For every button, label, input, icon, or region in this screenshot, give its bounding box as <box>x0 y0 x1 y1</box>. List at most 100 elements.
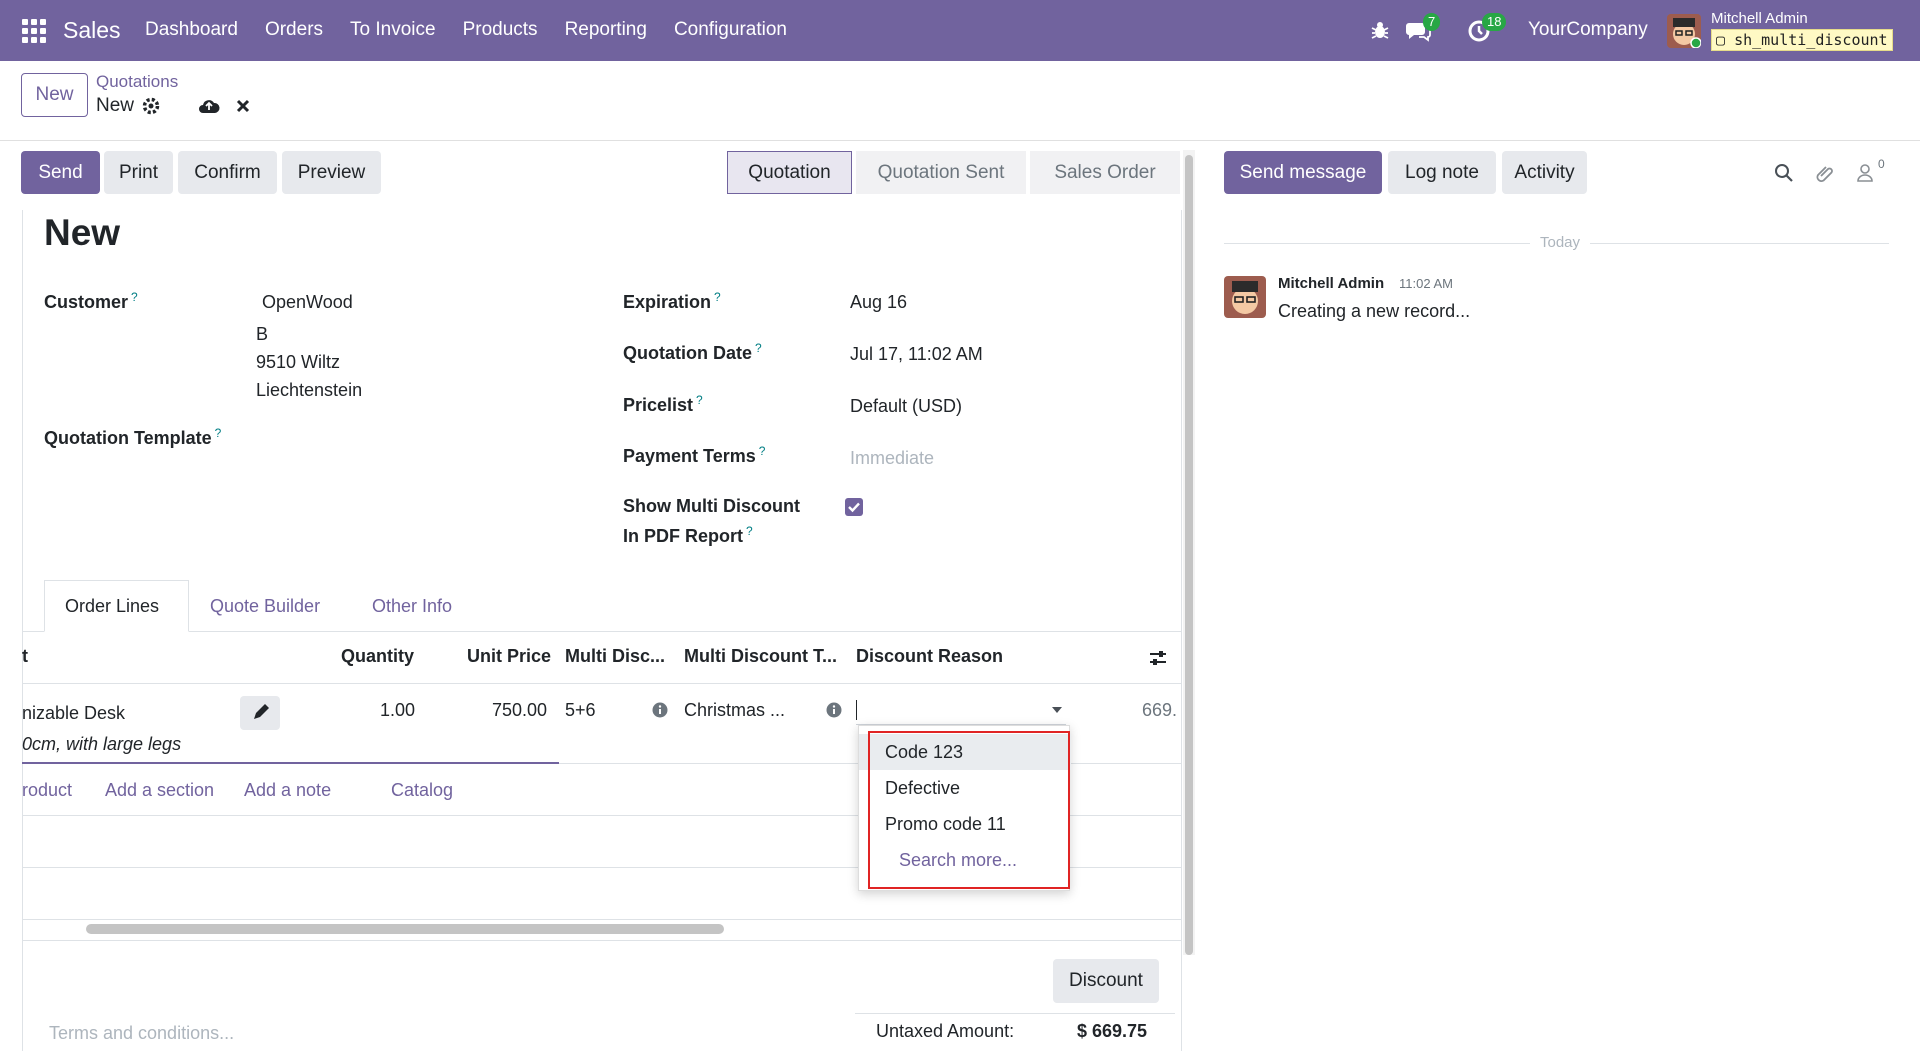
customer-label: Customer? <box>44 290 138 313</box>
add-product-link[interactable]: roduct <box>22 780 72 801</box>
horizontal-scrollbar[interactable] <box>86 924 724 934</box>
menu-orders[interactable]: Orders <box>265 19 323 41</box>
customer-address-line2: 9510 Wiltz <box>256 352 341 372</box>
help-icon[interactable]: ? <box>714 290 721 304</box>
add-note-link[interactable]: Add a note <box>244 780 331 801</box>
help-icon[interactable]: ? <box>131 290 138 304</box>
column-settings-icon[interactable] <box>1148 648 1168 668</box>
send-message-button[interactable]: Send message <box>1224 151 1382 194</box>
new-button[interactable]: New <box>21 73 88 117</box>
discard-icon[interactable] <box>236 99 250 113</box>
message-body: Creating a new record... <box>1278 301 1471 321</box>
date-separator: Today <box>1530 234 1591 251</box>
unit-price-cell[interactable]: 750.00 <box>492 700 547 721</box>
info-icon[interactable] <box>652 702 668 718</box>
customer-address-line3: Liechtenstein <box>256 380 363 400</box>
record-title: New <box>44 212 121 253</box>
stage-quotation-sent[interactable]: Quotation Sent <box>856 151 1026 194</box>
main-menu: Dashboard Orders To Invoice Products Rep… <box>145 19 787 41</box>
stage-quotation[interactable]: Quotation <box>727 151 852 194</box>
untaxed-amount-label: Untaxed Amount: <box>876 1021 1015 1041</box>
quotation-date-field[interactable]: Jul 17, 11:02 AM <box>850 344 983 365</box>
log-note-button[interactable]: Log note <box>1388 151 1496 194</box>
confirm-button[interactable]: Confirm <box>178 151 277 194</box>
customer-address-line1: B <box>256 324 269 344</box>
stage-sales-order[interactable]: Sales Order <box>1030 151 1180 194</box>
info-icon[interactable] <box>826 702 842 718</box>
help-icon[interactable]: ? <box>746 524 753 538</box>
discount-reason-input[interactable] <box>856 697 1066 725</box>
column-product[interactable]: t <box>22 646 28 667</box>
multi-discount-cell[interactable]: 5+6 <box>565 700 596 721</box>
column-quantity[interactable]: Quantity <box>341 646 414 667</box>
qdate-label-text: Quotation Date <box>623 343 752 363</box>
breadcrumb-current: New <box>96 95 135 116</box>
terms-conditions-field[interactable]: Terms and conditions... <box>49 1023 234 1044</box>
expiration-field[interactable]: Aug 16 <box>850 292 907 313</box>
avatar[interactable] <box>1224 276 1266 318</box>
pricelist-label-text: Pricelist <box>623 395 694 415</box>
column-unit-price[interactable]: Unit Price <box>467 646 551 667</box>
column-multi-discount[interactable]: Multi Disc... <box>565 646 665 667</box>
chatter-panel: Send message Log note Activity 0 Today M… <box>1193 141 1920 1051</box>
customer-field[interactable]: OpenWood <box>262 292 353 313</box>
preview-button[interactable]: Preview <box>282 151 381 194</box>
message-author[interactable]: Mitchell Admin <box>1278 275 1384 292</box>
column-multi-discount-type[interactable]: Multi Discount T... <box>684 646 837 667</box>
database-name: ▢ sh_multi_discount <box>1711 29 1893 51</box>
scrollbar-thumb[interactable] <box>1185 155 1193 955</box>
product-description[interactable]: 0cm, with large legs <box>22 734 181 755</box>
tab-quote-builder[interactable]: Quote Builder <box>190 580 340 632</box>
help-icon[interactable]: ? <box>755 341 762 355</box>
help-icon[interactable]: ? <box>215 426 222 440</box>
menu-reporting[interactable]: Reporting <box>565 19 647 41</box>
print-button[interactable]: Print <box>104 151 173 194</box>
followers-icon[interactable] <box>1856 163 1874 183</box>
customer-label-text: Customer <box>44 292 129 312</box>
discount-button[interactable]: Discount <box>1053 959 1159 1003</box>
edit-pencil-icon[interactable] <box>240 696 280 730</box>
multi-discount-label-2: In PDF Report? <box>623 524 753 547</box>
expiration-label-text: Expiration <box>623 292 712 312</box>
menu-configuration[interactable]: Configuration <box>674 19 787 41</box>
payment-terms-field[interactable]: Immediate <box>850 448 934 469</box>
breadcrumb-parent[interactable]: Quotations <box>96 72 178 92</box>
column-discount-reason[interactable]: Discount Reason <box>856 646 1003 667</box>
apps-grid-icon[interactable] <box>22 19 46 43</box>
user-name[interactable]: Mitchell Admin <box>1711 10 1808 27</box>
send-button[interactable]: Send <box>21 151 100 194</box>
gear-icon[interactable] <box>142 97 160 115</box>
product-name[interactable]: nizable Desk <box>22 703 125 724</box>
search-icon[interactable] <box>1774 163 1794 183</box>
quotation-template-label: Quotation Template? <box>44 426 221 449</box>
company-switcher[interactable]: YourCompany <box>1528 19 1648 41</box>
add-section-link[interactable]: Add a section <box>105 780 214 801</box>
messages-badge: 7 <box>1423 13 1441 31</box>
catalog-link[interactable]: Catalog <box>391 780 453 801</box>
template-label-text: Quotation Template <box>44 428 212 448</box>
subtotal-cell: 669. <box>1142 700 1178 720</box>
app-name[interactable]: Sales <box>63 17 121 44</box>
chevron-down-icon[interactable] <box>1052 707 1062 713</box>
tab-other-info[interactable]: Other Info <box>352 580 472 632</box>
bug-icon[interactable] <box>1370 19 1390 41</box>
multi-discount-type-cell[interactable]: Christmas ... <box>684 700 785 721</box>
pricelist-field[interactable]: Default (USD) <box>850 396 962 417</box>
menu-to-invoice[interactable]: To Invoice <box>350 19 436 41</box>
database-label: sh_multi_discount <box>1734 31 1888 49</box>
tab-order-lines[interactable]: Order Lines <box>44 580 189 632</box>
quantity-cell[interactable]: 1.00 <box>380 700 415 721</box>
activity-button[interactable]: Activity <box>1502 151 1587 194</box>
multi-discount-checkbox[interactable] <box>845 498 863 516</box>
help-icon[interactable]: ? <box>759 444 766 458</box>
save-cloud-icon[interactable] <box>198 97 220 115</box>
paperclip-icon[interactable] <box>1815 162 1835 184</box>
divider <box>855 1013 1175 1014</box>
help-icon[interactable]: ? <box>696 393 703 407</box>
menu-products[interactable]: Products <box>463 19 538 41</box>
menu-dashboard[interactable]: Dashboard <box>145 19 238 41</box>
highlight-box <box>868 731 1070 889</box>
payment-terms-label: Payment Terms? <box>623 444 765 467</box>
avatar[interactable] <box>1667 14 1701 48</box>
control-panel: New Quotations New <box>0 61 1920 141</box>
